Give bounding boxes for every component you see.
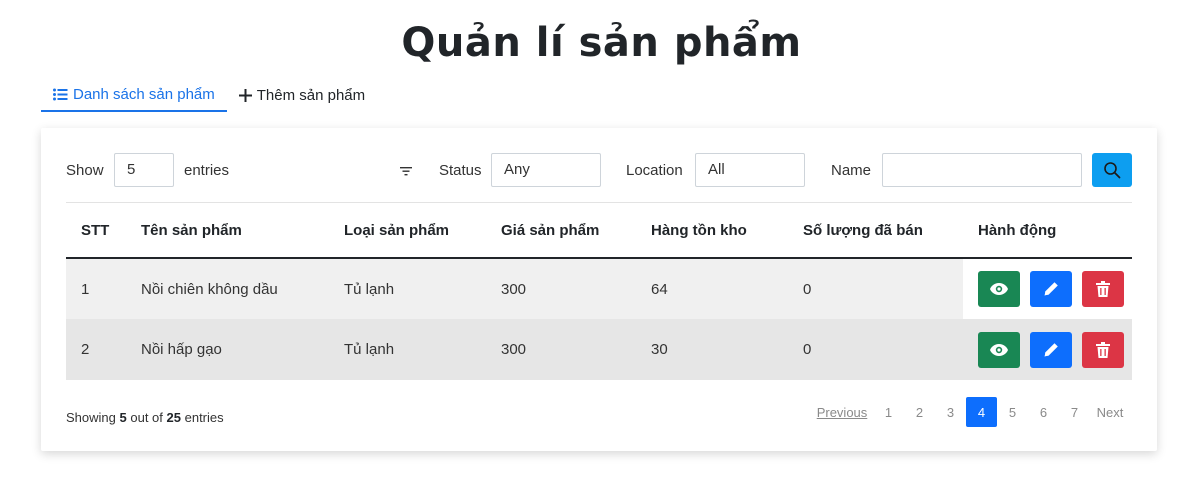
product-card: Show 5 entries Status Any Location All N… [41, 128, 1157, 451]
filter-icon[interactable] [400, 164, 412, 176]
pencil-icon [1043, 281, 1059, 297]
column-header: Loại sản phẩm [329, 204, 486, 259]
delete-button[interactable] [1082, 331, 1124, 368]
tab-add-product[interactable]: Thêm sản phẩm [227, 78, 377, 112]
eye-icon [990, 343, 1008, 356]
pagination-next[interactable]: Next [1090, 397, 1130, 427]
page-link-current[interactable]: 4 [966, 397, 997, 427]
page-link[interactable]: 6 [1028, 397, 1059, 427]
table-header-row: STT Tên sản phẩm Loại sản phẩm Giá sản p… [66, 204, 1132, 259]
showing-count: 5 [119, 410, 127, 425]
showing-prefix: Showing [66, 410, 116, 425]
tab-label: Thêm sản phẩm [256, 86, 366, 104]
cell-actions [963, 258, 1132, 319]
status-label: Status [439, 162, 482, 179]
entries-label: entries [184, 162, 230, 179]
edit-button[interactable] [1030, 331, 1072, 368]
cell-stt: 2 [81, 341, 90, 358]
view-button[interactable] [978, 271, 1020, 307]
edit-button[interactable] [1030, 271, 1072, 307]
column-header: STT [66, 204, 126, 259]
pagination-previous[interactable]: Previous [811, 397, 873, 427]
showing-mid: out of [130, 410, 163, 425]
cell-sold: 0 [803, 280, 812, 298]
column-header: Hành động [963, 204, 1132, 259]
cell-stt: 1 [81, 280, 90, 298]
delete-button[interactable] [1082, 271, 1124, 307]
divider [66, 202, 1132, 203]
show-label: Show [66, 162, 104, 179]
status-select[interactable]: Any [491, 153, 601, 187]
plus-icon [238, 88, 252, 102]
trash-icon [1096, 281, 1110, 297]
cell-type: Tủ lạnh [344, 280, 395, 298]
column-header: Số lượng đã bán [788, 204, 963, 259]
showing-summary: Showing 5 out of 25 entries [66, 410, 224, 425]
showing-suffix: entries [184, 410, 224, 425]
cell-price: 300 [501, 280, 527, 298]
column-header: Tên sản phẩm [126, 204, 329, 259]
cell-price: 300 [501, 341, 527, 358]
location-label: Location [626, 162, 683, 179]
showing-total: 25 [166, 410, 181, 425]
cell-actions [963, 319, 1132, 380]
column-header: Giá sản phẩm [486, 204, 636, 259]
page-link[interactable]: 7 [1059, 397, 1090, 427]
tab-label: Danh sách sản phẩm [73, 85, 215, 103]
pagination: Previous 1 2 3 4 5 6 7 Next [811, 397, 1130, 427]
column-header: Hàng tồn kho [636, 204, 788, 259]
cell-name: Nồi chiên không dầu [141, 280, 278, 298]
entries-per-page-input[interactable]: 5 [114, 153, 174, 187]
trash-icon [1096, 341, 1110, 358]
cell-stock: 30 [651, 341, 668, 358]
cell-name: Nồi hấp gạo [141, 341, 222, 358]
page-link[interactable]: 1 [873, 397, 904, 427]
list-icon [53, 88, 68, 101]
product-table: STT Tên sản phẩm Loại sản phẩm Giá sản p… [66, 204, 1132, 380]
name-label: Name [831, 162, 872, 179]
eye-icon [990, 283, 1008, 295]
page-link[interactable]: 5 [997, 397, 1028, 427]
table-row: 2 Nồi hấp gạo Tủ lạnh 300 30 0 [66, 319, 1132, 380]
tab-bar: Danh sách sản phẩm Thêm sản phẩm [41, 78, 377, 112]
search-button[interactable] [1092, 153, 1132, 187]
name-input[interactable] [882, 153, 1082, 187]
pencil-icon [1043, 342, 1059, 358]
page-link[interactable]: 2 [904, 397, 935, 427]
table-row: 1 Nồi chiên không dầu Tủ lạnh 300 64 0 [66, 258, 1132, 319]
page-title: Quản lí sản phẩm [401, 20, 802, 66]
cell-stock: 64 [651, 280, 668, 298]
filter-bar: Show 5 entries Status Any Location All N… [66, 153, 1132, 187]
tab-product-list[interactable]: Danh sách sản phẩm [41, 78, 227, 112]
search-icon [1103, 161, 1121, 179]
cell-sold: 0 [803, 341, 812, 358]
location-select[interactable]: All [695, 153, 805, 187]
cell-type: Tủ lạnh [344, 341, 395, 358]
page-link[interactable]: 3 [935, 397, 966, 427]
view-button[interactable] [978, 331, 1020, 368]
